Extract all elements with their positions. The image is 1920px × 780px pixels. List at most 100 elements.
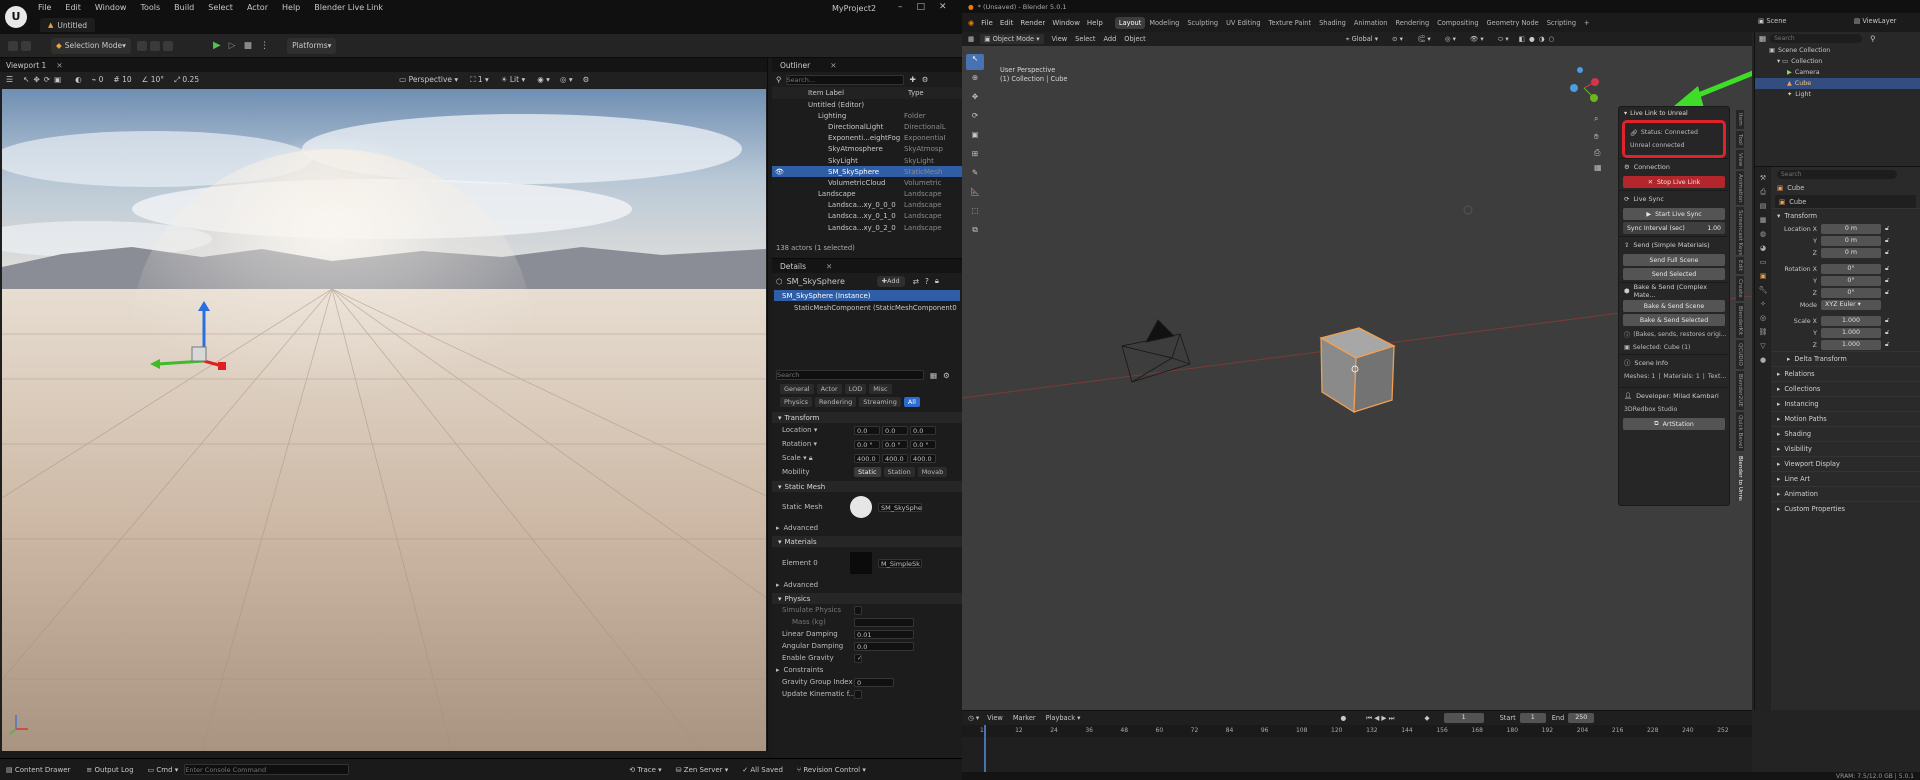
play-options-icon[interactable]: ⋮ [260, 41, 269, 51]
cube-object[interactable] [1319, 327, 1396, 414]
lock-scl-z-icon[interactable]: 🔓︎ [1885, 341, 1889, 349]
outliner-row[interactable]: Untitled (Editor) [772, 99, 962, 110]
bake-complex-section[interactable]: ⬢ Bake & Send (Complex Mate... [1619, 282, 1729, 299]
bl-transform-section[interactable]: ▾ Transform [1755, 208, 1920, 223]
physics-tab-icon[interactable]: ◎ [1755, 311, 1771, 325]
ws-layout[interactable]: Layout [1114, 16, 1146, 29]
shading-material-icon[interactable]: ◑ [1539, 35, 1545, 43]
ws-modeling[interactable]: Modeling [1145, 17, 1183, 29]
property-matrix-icon[interactable]: ▦ [930, 371, 937, 380]
ws-uv-editing[interactable]: UV Editing [1222, 17, 1264, 29]
bl-location-z[interactable]: 0 m [1821, 248, 1881, 258]
minimize-icon[interactable]: – [898, 2, 903, 12]
simulate-physics-checkbox[interactable] [854, 605, 862, 615]
send-full-scene-button[interactable]: Send Full Scene [1623, 254, 1725, 266]
instance-row[interactable]: SM_SkySphere (Instance) [774, 290, 960, 301]
sidebar-tab[interactable]: Edit [1736, 257, 1744, 275]
navigation-gizmo[interactable] [1570, 67, 1599, 102]
props-section[interactable]: ▸ Shading [1755, 426, 1920, 441]
send-selected-button[interactable]: Send Selected [1623, 268, 1725, 280]
bl-scale-y[interactable]: 1.000 [1821, 328, 1881, 338]
col-type[interactable]: Type [908, 89, 924, 97]
blueprint-icon[interactable] [149, 40, 160, 51]
ws-shading[interactable]: Shading [1315, 17, 1350, 29]
start-live-sync-button[interactable]: ▶ Start Live Sync [1623, 208, 1725, 220]
move-tool-icon[interactable]: ✥ [33, 75, 39, 84]
zoom-icon[interactable]: ⌕ [1594, 114, 1598, 123]
props-section[interactable]: ▸ Collections [1755, 381, 1920, 396]
gravity-checkbox[interactable]: ✓ [854, 653, 862, 663]
editor-type-icon[interactable]: ▦ [968, 35, 974, 43]
view-layer-tab-icon[interactable]: ▦ [1755, 213, 1771, 227]
viewport-settings-icon[interactable]: ⚙ [583, 75, 590, 84]
bl-menu-edit[interactable]: Edit [1000, 19, 1014, 27]
ue-menu-live-link[interactable]: Blender Live Link [314, 3, 383, 12]
sidebar-tab[interactable]: BlenderKit [1736, 302, 1744, 338]
light-object[interactable] [1463, 205, 1473, 215]
lock-rot-y-icon[interactable]: 🔓︎ [1885, 277, 1889, 285]
linear-damping-field[interactable]: 0.01 [854, 629, 914, 639]
material-value[interactable]: M_SimpleSk [878, 558, 922, 568]
ue-menu-select[interactable]: Select [208, 3, 233, 12]
ws-scripting[interactable]: Scripting [1543, 17, 1580, 29]
outliner-close-icon[interactable]: ✕ [830, 61, 836, 70]
close-icon[interactable]: ✕ [939, 2, 947, 12]
content-drawer-button[interactable]: ▤ Content Drawer [6, 766, 70, 774]
move-tool-bl-icon[interactable]: ✥ [966, 92, 984, 108]
outliner-row[interactable]: SkyAtmosphere SkyAtmosp [772, 144, 962, 155]
extra-tool-icon[interactable]: ⧉ [966, 225, 984, 241]
timeline-view-menu[interactable]: View [987, 714, 1003, 722]
rot-y[interactable]: 0.0 ° [882, 439, 908, 449]
outliner-row[interactable]: Landsca...xy_0_2_0 Landscape [772, 222, 962, 233]
playback-controls[interactable]: ⏮ ◀ ▶ ⏭ [1366, 714, 1394, 723]
outliner-tab[interactable]: Outliner ✕ [772, 58, 962, 72]
lit-dropdown[interactable]: ☀ Lit ▾ [501, 75, 525, 84]
object-tab-icon[interactable]: ▣ [1755, 269, 1771, 283]
scene-collection-row[interactable]: ▣ Scene Collection [1755, 45, 1920, 56]
output-tab-icon[interactable]: ▤ [1755, 199, 1771, 213]
bl-3d-viewport[interactable]: ⌕ ✋︎ ⎙ ▦ User Perspective (1) Collection… [962, 46, 1752, 710]
angular-damping-field[interactable]: 0.0 [854, 641, 914, 651]
console-input[interactable] [184, 764, 350, 775]
props-section[interactable]: ▸ Line Art [1755, 471, 1920, 486]
overlays-icon[interactable]: ⬭ ▾ [1498, 35, 1509, 44]
object-mode-dropdown[interactable]: ▣ Object Mode ▾ [980, 34, 1044, 44]
outliner-row[interactable]: Exponenti...eightFog ExponentiaI [772, 133, 962, 144]
cinematics-icon[interactable] [162, 40, 173, 51]
scl-z[interactable]: 400.0 [910, 453, 936, 463]
cursor-tool-icon[interactable]: ⊕ [966, 73, 984, 89]
scene-info-section[interactable]: ⓘ Scene Info [1619, 354, 1729, 370]
details-tab[interactable]: Details ✕ [772, 259, 962, 273]
scale-dropdown[interactable]: Scale ▾ 🔒︎ [782, 454, 854, 463]
props-section[interactable]: ▸ Relations [1755, 366, 1920, 381]
bl-location-y[interactable]: 0 m [1821, 236, 1881, 246]
filter-actor[interactable]: Actor [816, 384, 842, 394]
outliner-row[interactable]: DirectionalLight DirectionalL [772, 121, 962, 132]
props-section[interactable]: ▸ Custom Properties [1755, 501, 1920, 516]
mesh-value[interactable]: SM_SkySphe [878, 502, 922, 512]
bl-menu-help[interactable]: Help [1087, 19, 1103, 27]
props-section[interactable]: ▸ Instancing [1755, 396, 1920, 411]
lock-scl-y-icon[interactable]: 🔓︎ [1885, 329, 1889, 337]
timeline-playback-menu[interactable]: Playback ▾ [1046, 714, 1081, 722]
sidebar-tab[interactable]: QCUDIO [1736, 339, 1744, 369]
outliner-row[interactable]: Lighting Folder [772, 110, 962, 121]
props-search-input[interactable] [1777, 169, 1897, 179]
col-item-label[interactable]: Item Label [808, 89, 908, 97]
mobility-stationary[interactable]: Station [883, 467, 915, 477]
help-icon[interactable]: ? [925, 277, 929, 286]
location-dropdown[interactable]: Location ▾ [782, 426, 854, 434]
bl-menu-render[interactable]: Render [1020, 19, 1045, 27]
camera-view-icon[interactable]: ⎙ [1594, 148, 1601, 157]
bl-scale-x[interactable]: 1.000 [1821, 316, 1881, 326]
filter-misc[interactable]: Misc [869, 384, 892, 394]
tool-tab-icon[interactable]: ⚒ [1755, 171, 1771, 185]
static-mesh-section[interactable]: ▾ Static Mesh [772, 481, 962, 492]
blueprint-convert-icon[interactable]: ⇄ [913, 277, 919, 286]
bake-send-selected-button[interactable]: Bake & Send Selected [1623, 314, 1725, 326]
transform-tool-icon[interactable]: ⊞ [966, 149, 984, 165]
gravity-group-field[interactable]: 0 [854, 677, 894, 687]
rot-z[interactable]: 0.0 ° [910, 439, 936, 449]
select-tool-icon[interactable]: ↖ [23, 75, 29, 84]
material-thumbnail[interactable] [850, 552, 872, 574]
